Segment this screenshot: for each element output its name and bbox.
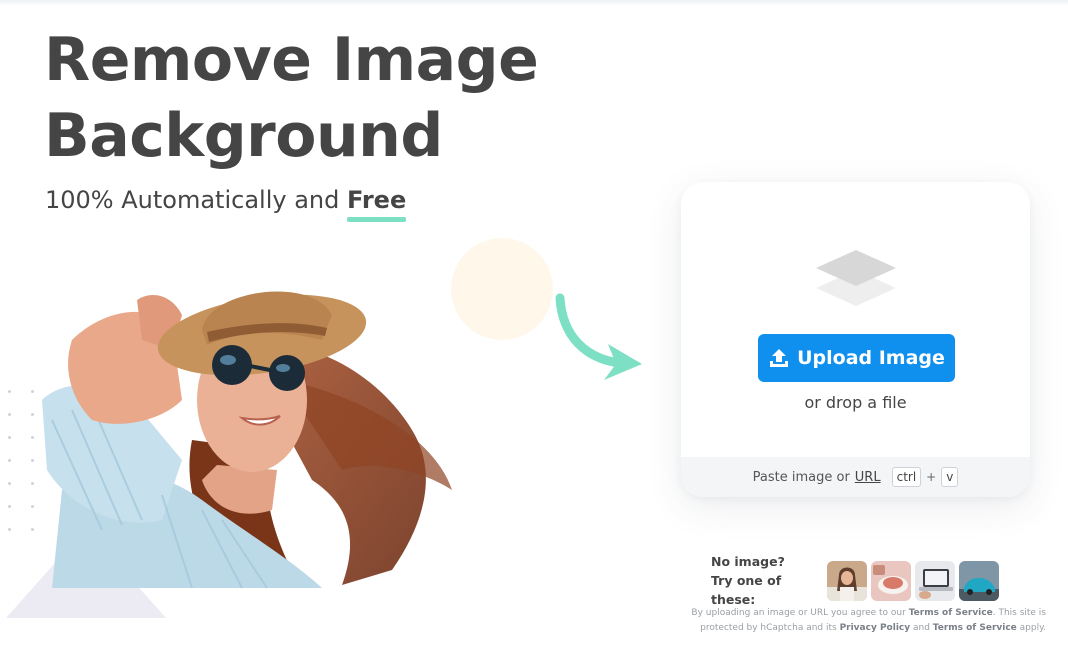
samples-label-line-2: Try one of these: — [711, 573, 782, 607]
paste-hint-text: Paste image or — [752, 469, 850, 485]
url-link[interactable]: URL — [855, 470, 881, 485]
samples-label: No image? Try one of these: — [711, 552, 827, 609]
drop-file-text: or drop a file — [804, 393, 907, 412]
terms-of-service-link[interactable]: Terms of Service — [909, 608, 993, 618]
legal-notice: By uploading an image or URL you agree t… — [690, 606, 1046, 636]
page-title-line-1: Remove Image — [44, 25, 539, 95]
sample-images: No image? Try one of these: — [711, 552, 1003, 609]
sample-thumbnail-food[interactable] — [871, 560, 911, 601]
privacy-policy-link[interactable]: Privacy Policy — [840, 623, 911, 633]
samples-label-line-1: No image? — [711, 554, 785, 569]
hero-photo — [42, 291, 452, 589]
upload-button-label: Upload Image — [797, 347, 945, 369]
upload-icon — [770, 349, 789, 367]
legal-text-4: apply. — [1016, 623, 1046, 633]
page-title: Remove Image Background — [44, 22, 539, 174]
subtitle-text: 100% Automatically and — [45, 186, 347, 214]
sample-thumbnail-car[interactable] — [959, 560, 999, 601]
paste-hint-bar: Paste image or URL ctrl + v — [681, 457, 1030, 497]
layers-icon — [816, 250, 896, 306]
page-subtitle: 100% Automatically and Free — [45, 186, 407, 222]
terms-of-service-link-2[interactable]: Terms of Service — [933, 623, 1017, 633]
subtitle-highlight: Free — [346, 186, 407, 222]
curved-arrow-icon — [555, 293, 642, 380]
key-ctrl: ctrl — [891, 467, 922, 487]
key-plus: + — [926, 470, 937, 484]
key-v: v — [941, 467, 959, 487]
decorative-circle — [451, 238, 553, 340]
top-border — [0, 0, 1068, 6]
upload-image-button[interactable]: Upload Image — [758, 334, 955, 382]
sample-thumbnail-laptop[interactable] — [915, 560, 955, 601]
legal-text-1: By uploading an image or URL you agree t… — [691, 608, 909, 618]
upload-card[interactable]: Upload Image or drop a file Paste image … — [681, 182, 1030, 497]
sample-thumbnail-woman[interactable] — [827, 560, 867, 601]
page-title-line-2: Background — [44, 101, 443, 171]
legal-text-3: and — [910, 623, 933, 633]
